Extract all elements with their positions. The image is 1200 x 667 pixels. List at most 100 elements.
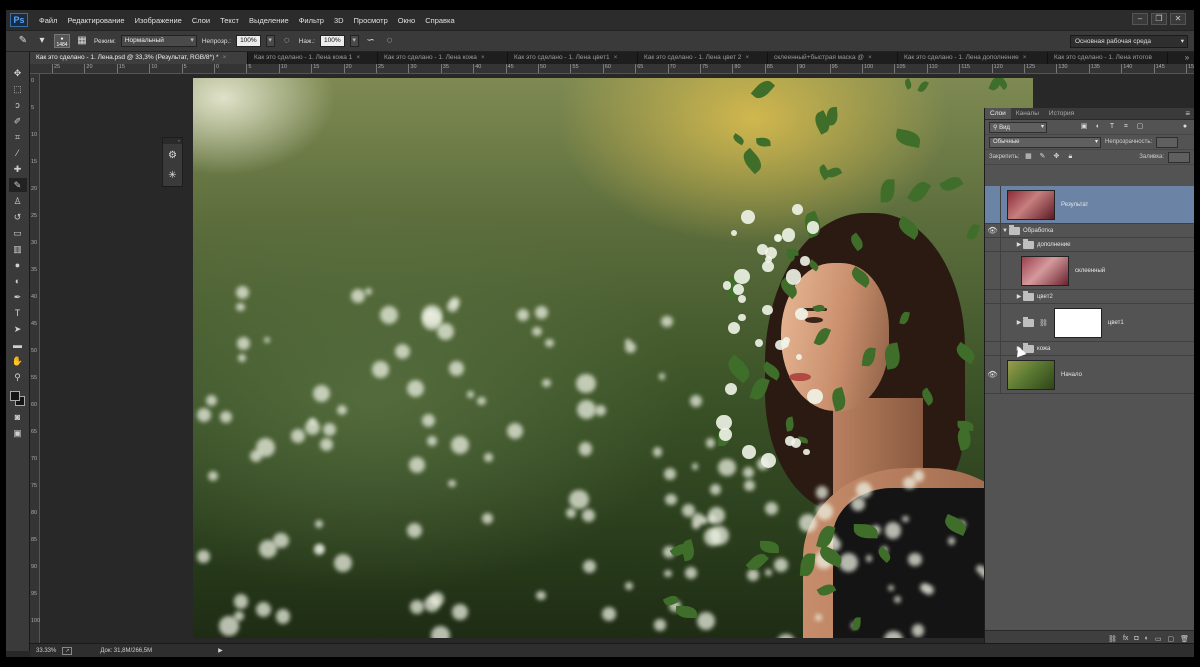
- blur-tool-icon[interactable]: ●: [9, 258, 27, 272]
- tab-history[interactable]: История: [1044, 108, 1079, 119]
- menu-edit[interactable]: Редактирование: [62, 16, 129, 25]
- close-icon[interactable]: ×: [1023, 54, 1027, 61]
- panel-menu-icon[interactable]: ≡: [1185, 108, 1194, 119]
- status-arrow-icon[interactable]: ▶: [218, 647, 223, 654]
- layer-row-color2-group[interactable]: ▶ цвет2: [985, 290, 1194, 304]
- tab-document-skin1[interactable]: Как это сделано - 1. Лена кожа 1 ×: [248, 52, 378, 64]
- link-layers-icon[interactable]: ⛓︎: [1108, 635, 1117, 643]
- lock-all-icon[interactable]: 🔒︎: [1065, 152, 1075, 162]
- export-icon[interactable]: ↗: [62, 646, 73, 655]
- layer-filter-select[interactable]: ⚲ Вид: [989, 121, 1047, 133]
- layer-row-result[interactable]: Результат: [985, 186, 1194, 224]
- visibility-toggle-empty[interactable]: [985, 238, 1001, 251]
- collapse-caret-icon[interactable]: ▶: [1015, 319, 1023, 326]
- gradient-tool-icon[interactable]: ▥: [9, 242, 27, 256]
- pressure-size-icon[interactable]: ◌: [383, 34, 397, 48]
- eye-icon[interactable]: 👁︎: [985, 356, 1001, 393]
- delete-layer-icon[interactable]: 🗑︎: [1180, 635, 1189, 643]
- tab-layers[interactable]: Слои: [985, 108, 1011, 119]
- shape-filter-icon[interactable]: ⌗: [1121, 122, 1131, 132]
- eraser-tool-icon[interactable]: ▭: [9, 226, 27, 240]
- close-icon[interactable]: ×: [223, 54, 227, 61]
- marquee-tool-icon[interactable]: ⬚: [9, 82, 27, 96]
- eye-icon[interactable]: 👁︎: [985, 224, 1001, 237]
- visibility-toggle-empty[interactable]: [985, 186, 1001, 223]
- visibility-toggle-empty[interactable]: [985, 252, 1001, 289]
- zoom-level[interactable]: 33.33%: [36, 648, 56, 654]
- tab-document-addition[interactable]: Как это сделано - 1. Лена дополнение ×: [898, 52, 1048, 64]
- lock-pixels-icon[interactable]: ✎: [1037, 152, 1047, 162]
- type-tool-icon[interactable]: T: [9, 306, 27, 320]
- tab-document-result[interactable]: Как это сделано - 1. Лена.psd @ 33,3% (Р…: [30, 52, 248, 64]
- shape-tool-icon[interactable]: ▬: [9, 338, 27, 352]
- new-group-icon[interactable]: ▭: [1155, 635, 1162, 643]
- collapse-caret-icon[interactable]: ▶: [1015, 241, 1023, 248]
- menu-window[interactable]: Окно: [393, 16, 420, 25]
- eyedropper-tool-icon[interactable]: ⁄: [9, 146, 27, 160]
- adjustment-filter-icon[interactable]: ◐: [1093, 122, 1103, 132]
- history-brush-tool-icon[interactable]: ↺: [9, 210, 27, 224]
- opacity-dropdown[interactable]: ▾: [265, 35, 275, 47]
- visibility-toggle-empty[interactable]: [985, 342, 1001, 355]
- tab-document-color2[interactable]: Как это сделано - 1. Лена цвет 2 ×: [638, 52, 768, 64]
- flow-dropdown[interactable]: ▾: [349, 35, 359, 47]
- opacity-input[interactable]: [1156, 136, 1179, 148]
- smart-object-filter-icon[interactable]: ▢: [1135, 122, 1145, 132]
- healing-tool-icon[interactable]: ✚: [9, 162, 27, 176]
- fill-input[interactable]: [1168, 151, 1190, 163]
- tab-document-color1[interactable]: Как это сделано - 1. Лена цвет1 ×: [508, 52, 638, 64]
- menu-layers[interactable]: Слои: [187, 16, 215, 25]
- layer-style-icon[interactable]: fx: [1123, 635, 1128, 642]
- menu-3d[interactable]: 3D: [329, 16, 349, 25]
- layer-row-addition-group[interactable]: ▶ дополнение: [985, 238, 1194, 252]
- zoom-tool-icon[interactable]: ⚲: [9, 370, 27, 384]
- lasso-tool-icon[interactable]: ↄ: [9, 98, 27, 112]
- close-icon[interactable]: ×: [614, 54, 618, 61]
- close-icon[interactable]: ×: [356, 54, 360, 61]
- menu-filter[interactable]: Фильтр: [294, 16, 329, 25]
- airbrush-icon[interactable]: ∽: [364, 34, 378, 48]
- clone-stamp-tool-icon[interactable]: ♙: [9, 194, 27, 208]
- filter-toggle-icon[interactable]: ●: [1180, 122, 1190, 132]
- close-icon[interactable]: ×: [745, 54, 749, 61]
- brush-preset-picker[interactable]: ● 1484: [54, 34, 70, 48]
- tab-document-final[interactable]: Как это сделано - 1. Лена итогов: [1048, 52, 1168, 64]
- pressure-opacity-icon[interactable]: ◌: [280, 34, 294, 48]
- minimize-icon[interactable]: –: [1132, 13, 1148, 25]
- adjustments-icon[interactable]: ⚙: [164, 147, 181, 164]
- brush-panel-icon[interactable]: ▦: [75, 34, 89, 48]
- dodge-tool-icon[interactable]: ◐: [9, 274, 27, 288]
- visibility-toggle-empty[interactable]: [985, 304, 1001, 341]
- visibility-toggle-empty[interactable]: [985, 290, 1001, 303]
- tab-document-skin[interactable]: Как это сделано - 1. Лена кожа ×: [378, 52, 508, 64]
- tab-channels[interactable]: Каналы: [1011, 108, 1044, 119]
- tab-document-glued[interactable]: склеенный+быстрая маска @ ×: [768, 52, 898, 64]
- menu-file[interactable]: Файл: [34, 16, 62, 25]
- brush-tool-icon[interactable]: ✎: [8, 178, 27, 192]
- screen-mode-icon[interactable]: ▣: [9, 426, 27, 440]
- lock-transparent-icon[interactable]: ▦: [1023, 152, 1033, 162]
- add-mask-icon[interactable]: ◘: [1134, 635, 1138, 642]
- brush-settings-icon[interactable]: ✳: [164, 167, 181, 184]
- opacity-field[interactable]: 100%: [236, 35, 261, 47]
- new-layer-icon[interactable]: ▢: [1167, 635, 1174, 643]
- type-filter-icon[interactable]: T: [1107, 122, 1117, 132]
- mode-select[interactable]: Нормальный: [120, 35, 197, 47]
- more-tabs-icon[interactable]: »: [1180, 52, 1194, 64]
- menu-help[interactable]: Справка: [420, 16, 459, 25]
- layer-row-color1-group[interactable]: ▶ ⛓︎ цвет1: [985, 304, 1194, 342]
- hand-tool-icon[interactable]: ✋: [9, 354, 27, 368]
- blend-mode-select[interactable]: Обычные: [989, 136, 1101, 148]
- brush-tool-icon[interactable]: ✎: [16, 34, 30, 48]
- layer-row-glued[interactable]: склеенный: [985, 252, 1194, 290]
- workspace-select[interactable]: Основная рабочая среда: [1070, 35, 1188, 48]
- panel-collapse-icon[interactable]: »: [163, 138, 182, 144]
- menu-text[interactable]: Текст: [215, 16, 244, 25]
- layer-row-start[interactable]: 👁︎ Начало: [985, 356, 1194, 394]
- pixel-filter-icon[interactable]: ▣: [1079, 122, 1089, 132]
- move-tool-icon[interactable]: ✥: [9, 66, 27, 80]
- close-icon[interactable]: ✕: [1170, 13, 1186, 25]
- expand-caret-icon[interactable]: ▼: [1001, 228, 1009, 234]
- flow-field[interactable]: 100%: [319, 35, 345, 47]
- chain-link-icon[interactable]: ⛓︎: [1039, 319, 1048, 327]
